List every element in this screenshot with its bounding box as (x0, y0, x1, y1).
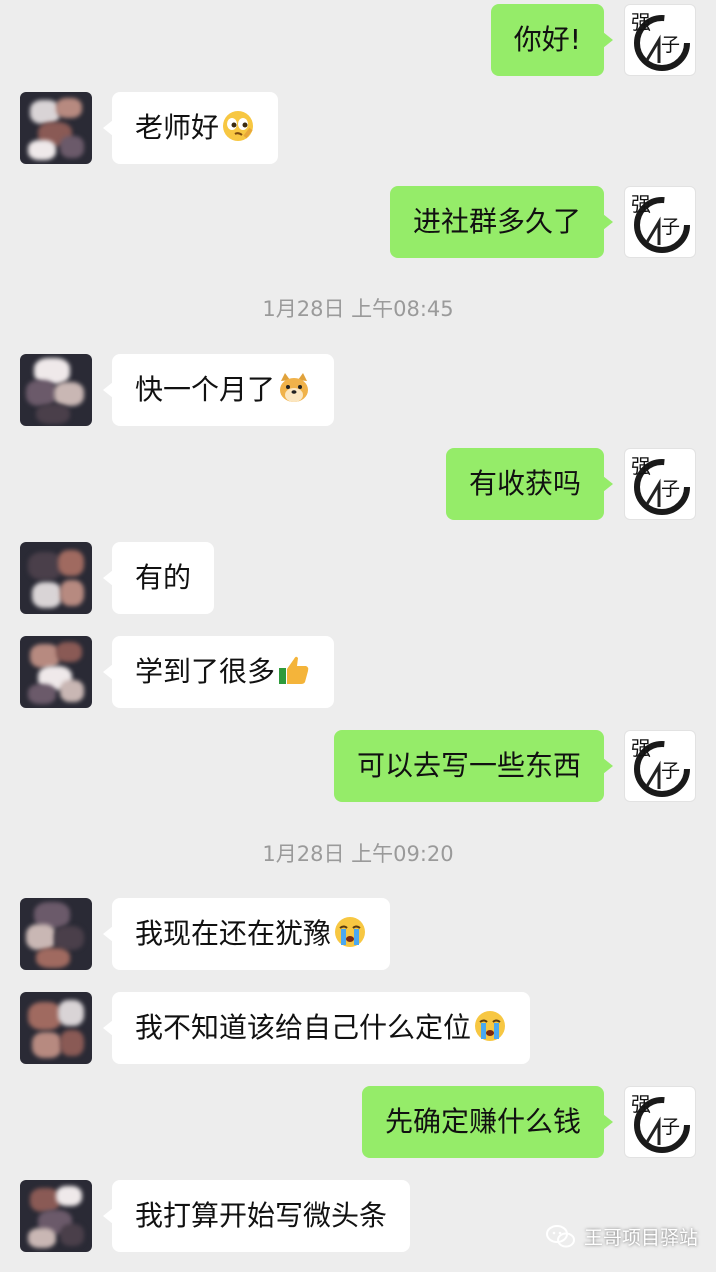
avatar-mosaic-patch (60, 1224, 84, 1246)
my-avatar[interactable]: 强 子 (624, 186, 696, 258)
avatar-mosaic-patch (28, 140, 56, 160)
avatar-mosaic-patch (54, 926, 84, 950)
contact-avatar[interactable] (20, 636, 92, 708)
message-text: 你好! (513, 23, 581, 56)
contact-message-bubble[interactable]: 有的 (102, 542, 215, 614)
ink-circle-avatar-icon: 强 子 (631, 736, 690, 797)
message-text: 学到了很多 (135, 655, 276, 688)
svg-text:子: 子 (661, 34, 680, 56)
my-avatar[interactable]: 强 子 (624, 730, 696, 802)
ink-circle-avatar-icon: 强 子 (631, 10, 690, 71)
avatar-mosaic-patch (26, 924, 56, 950)
avatar-mosaic-patch (56, 642, 82, 662)
contact-avatar[interactable] (20, 542, 92, 614)
message-text: 我不知道该给自己什么定位 (135, 1011, 472, 1044)
avatar-mosaic-patch (54, 382, 84, 406)
my-message-bubble[interactable]: 有收获吗 (445, 448, 614, 520)
message-text: 我现在还在犹豫 (135, 917, 332, 950)
message-text: 快一个月了 (135, 373, 276, 406)
wechat-icon (545, 1224, 575, 1247)
contact-avatar[interactable] (20, 992, 92, 1064)
ink-circle-avatar-icon: 强 子 (631, 1092, 690, 1153)
message-text: 有的 (135, 561, 192, 594)
avatar-mosaic-patch (56, 98, 82, 118)
svg-text:强: 强 (631, 1092, 651, 1116)
contact-message-bubble[interactable]: 我现在还在犹豫 (102, 898, 391, 970)
crying-emoji-icon (475, 1011, 506, 1041)
avatar-mosaic-patch (58, 1000, 84, 1026)
avatar-mosaic-patch (60, 580, 84, 606)
avatar-mosaic-patch (36, 404, 70, 424)
eyes-emoji-icon (223, 111, 254, 141)
svg-text:子: 子 (661, 760, 680, 782)
timestamp: 1月28日 上午09:20 (262, 842, 454, 866)
avatar-mosaic-patch (28, 1002, 62, 1030)
timestamp: 1月28日 上午08:45 (262, 297, 454, 321)
message-text: 先确定赚什么钱 (384, 1105, 581, 1138)
contact-message-bubble[interactable]: 我打算开始写微头条 (102, 1180, 411, 1252)
ink-circle-avatar-icon: 强 子 (631, 454, 690, 515)
svg-text:子: 子 (661, 1116, 680, 1138)
avatar-mosaic-patch (60, 136, 84, 158)
avatar-mosaic-patch (36, 948, 70, 968)
message-text: 进社群多久了 (412, 205, 581, 238)
svg-text:子: 子 (661, 478, 680, 500)
watermark: 王哥项目驿站 (545, 1223, 698, 1250)
message-text: 我打算开始写微头条 (135, 1199, 388, 1232)
my-avatar[interactable]: 强 子 (624, 448, 696, 520)
contact-avatar[interactable] (20, 92, 92, 164)
svg-text:强: 强 (631, 192, 651, 216)
contact-message-bubble[interactable]: 老师好 (102, 92, 279, 164)
contact-avatar[interactable] (20, 1180, 92, 1252)
avatar-mosaic-patch (60, 680, 84, 702)
avatar-mosaic-patch (32, 582, 62, 608)
contact-message-bubble[interactable]: 快一个月了 (102, 354, 335, 426)
message-text: 可以去写一些东西 (356, 749, 581, 782)
avatar-mosaic-patch (32, 1032, 62, 1058)
message-text: 老师好 (135, 111, 220, 144)
crying-emoji-icon (335, 917, 366, 947)
contact-avatar[interactable] (20, 354, 92, 426)
svg-text:强: 强 (631, 454, 651, 478)
message-text: 有收获吗 (468, 467, 581, 500)
avatar-mosaic-patch (28, 1228, 56, 1248)
avatar-mosaic-patch (26, 380, 56, 406)
my-avatar[interactable]: 强 子 (624, 4, 696, 76)
doge-emoji-icon (280, 373, 309, 402)
contact-avatar[interactable] (20, 898, 92, 970)
avatar-mosaic-patch (58, 550, 84, 576)
watermark-text: 王哥项目驿站 (583, 1227, 698, 1249)
my-message-bubble[interactable]: 先确定赚什么钱 (361, 1086, 614, 1158)
my-avatar[interactable]: 强 子 (624, 1086, 696, 1158)
avatar-mosaic-patch (28, 552, 62, 580)
ink-circle-avatar-icon: 强 子 (631, 192, 690, 253)
svg-text:强: 强 (631, 10, 651, 34)
avatar-mosaic-patch (56, 1186, 82, 1206)
svg-text:子: 子 (661, 216, 680, 238)
my-message-bubble[interactable]: 你好! (490, 4, 614, 76)
thumbs-up-emoji-icon (279, 656, 309, 684)
my-message-bubble[interactable]: 进社群多久了 (389, 186, 614, 258)
svg-text:强: 强 (631, 736, 651, 760)
contact-message-bubble[interactable]: 我不知道该给自己什么定位 (102, 992, 531, 1064)
my-message-bubble[interactable]: 可以去写一些东西 (333, 730, 614, 802)
avatar-mosaic-patch (28, 684, 56, 704)
contact-message-bubble[interactable]: 学到了很多 (102, 636, 335, 708)
avatar-mosaic-patch (60, 1030, 84, 1056)
